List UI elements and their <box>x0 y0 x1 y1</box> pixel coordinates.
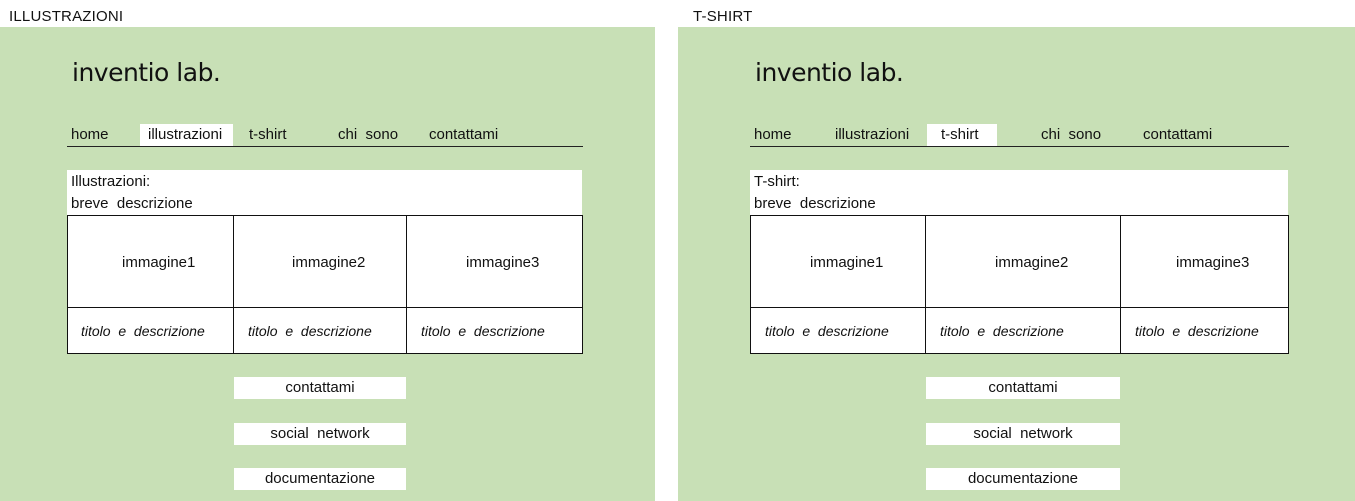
image-caption-2: titolo e descrizione <box>248 323 372 339</box>
image-placeholder-1[interactable]: immagine1 <box>122 254 195 271</box>
image-grid: immagine1 immagine2 immagine3 titolo e d… <box>67 215 583 354</box>
grid-divider <box>1120 216 1121 353</box>
footer-contattami-button[interactable]: contattami <box>926 377 1120 399</box>
image-placeholder-1[interactable]: immagine1 <box>810 254 883 271</box>
grid-divider <box>751 307 1288 308</box>
nav-t-shirt[interactable]: t-shirt <box>249 124 287 146</box>
image-caption-3: titolo e descrizione <box>421 323 545 339</box>
grid-divider <box>925 216 926 353</box>
illustrazioni-page-mockup: inventio lab. home illustrazioni t-shirt… <box>0 27 655 501</box>
description-text: breve descrizione <box>754 195 876 212</box>
frame-title-t-shirt: T-SHIRT <box>693 8 753 25</box>
footer-social-network-button[interactable]: social network <box>234 423 406 445</box>
description-heading: T-shirt: <box>754 173 800 190</box>
description-box: Illustrazioni: breve descrizione <box>67 170 582 215</box>
footer-documentazione-button[interactable]: documentazione <box>234 468 406 490</box>
t-shirt-page-mockup: inventio lab. home illustrazioni t-shirt… <box>678 27 1355 501</box>
grid-divider <box>68 307 582 308</box>
nav-divider <box>750 146 1289 147</box>
nav-t-shirt[interactable]: t-shirt <box>927 124 997 146</box>
footer-contattami-button[interactable]: contattami <box>234 377 406 399</box>
grid-divider <box>406 216 407 353</box>
nav-divider <box>67 146 583 147</box>
nav-chi-sono[interactable]: chi sono <box>1041 124 1101 146</box>
image-caption-2: titolo e descrizione <box>940 323 1064 339</box>
image-placeholder-3[interactable]: immagine3 <box>1176 254 1249 271</box>
image-caption-1: titolo e descrizione <box>81 323 205 339</box>
frame-title-illustrazioni: ILLUSTRAZIONI <box>9 8 124 25</box>
logo[interactable]: inventio lab. <box>72 58 221 87</box>
nav-contattami[interactable]: contattami <box>429 124 498 146</box>
nav-illustrazioni[interactable]: illustrazioni <box>835 124 909 146</box>
image-placeholder-2[interactable]: immagine2 <box>292 254 365 271</box>
nav-chi-sono[interactable]: chi sono <box>338 124 398 146</box>
description-heading: Illustrazioni: <box>71 173 151 190</box>
nav-home[interactable]: home <box>71 124 109 146</box>
footer-social-network-button[interactable]: social network <box>926 423 1120 445</box>
image-caption-1: titolo e descrizione <box>765 323 889 339</box>
description-text: breve descrizione <box>71 195 193 212</box>
footer-documentazione-button[interactable]: documentazione <box>926 468 1120 490</box>
image-placeholder-2[interactable]: immagine2 <box>995 254 1068 271</box>
image-placeholder-3[interactable]: immagine3 <box>466 254 539 271</box>
image-caption-3: titolo e descrizione <box>1135 323 1259 339</box>
nav-contattami[interactable]: contattami <box>1143 124 1212 146</box>
logo[interactable]: inventio lab. <box>755 58 904 87</box>
image-grid: immagine1 immagine2 immagine3 titolo e d… <box>750 215 1289 354</box>
nav-home[interactable]: home <box>754 124 792 146</box>
nav-illustrazioni[interactable]: illustrazioni <box>140 124 233 146</box>
description-box: T-shirt: breve descrizione <box>750 170 1288 215</box>
grid-divider <box>233 216 234 353</box>
